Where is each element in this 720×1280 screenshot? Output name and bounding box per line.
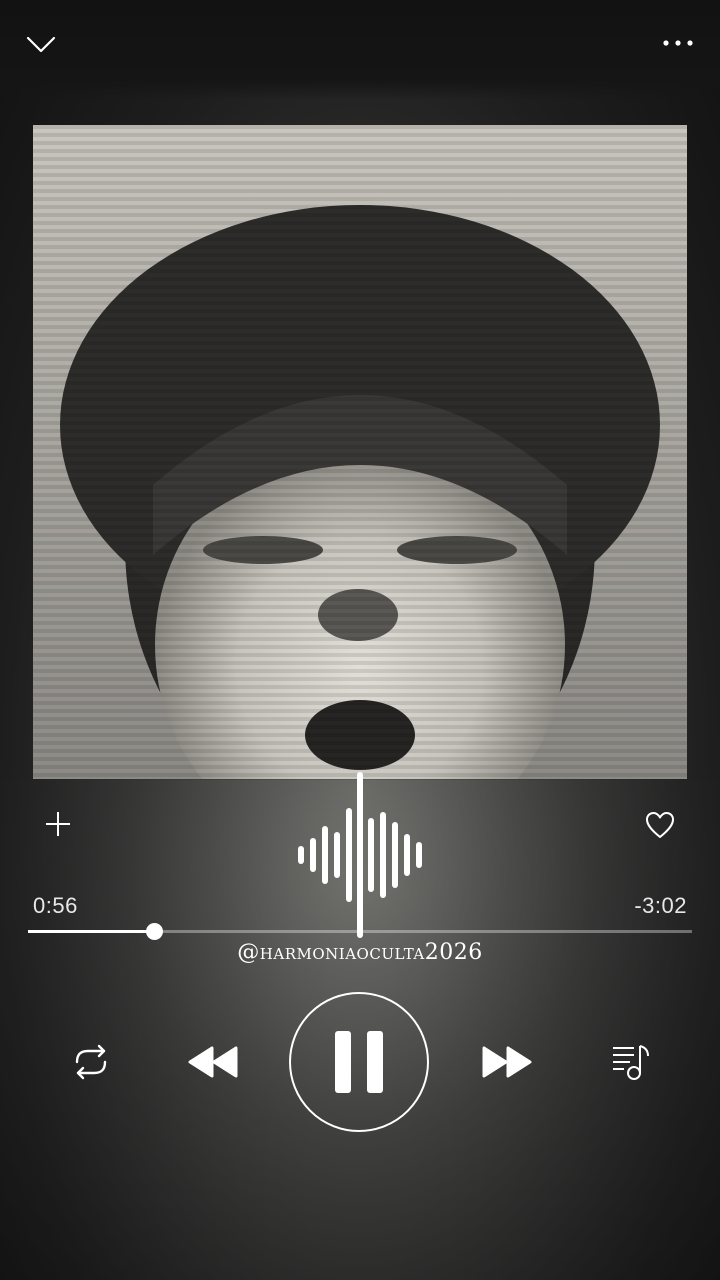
artist-handle: @harmoniaoculta2026 [237,940,483,965]
heart-icon[interactable] [644,810,676,840]
pause-button[interactable] [289,992,429,1132]
album-artwork-image [33,125,687,779]
progress-slider[interactable] [28,923,692,940]
pause-icon-bar [367,1031,383,1093]
progress-fill [28,930,155,933]
pause-icon [335,1031,351,1093]
plus-icon[interactable] [42,808,74,840]
queue-icon[interactable] [610,1042,654,1082]
fast-forward-icon[interactable] [478,1042,536,1082]
top-bar [0,0,720,100]
remaining-time: -3:02 [634,893,687,918]
chevron-down-icon[interactable] [22,26,60,60]
rewind-icon[interactable] [184,1042,242,1082]
elapsed-time: 0:56 [33,893,78,918]
sound-wave-icon [290,770,430,940]
now-playing-screen: 0:56 -3:02 @harmoniaoculta2026 [0,0,720,1280]
repeat-icon[interactable] [68,1042,114,1082]
more-dots-icon[interactable] [660,30,696,56]
